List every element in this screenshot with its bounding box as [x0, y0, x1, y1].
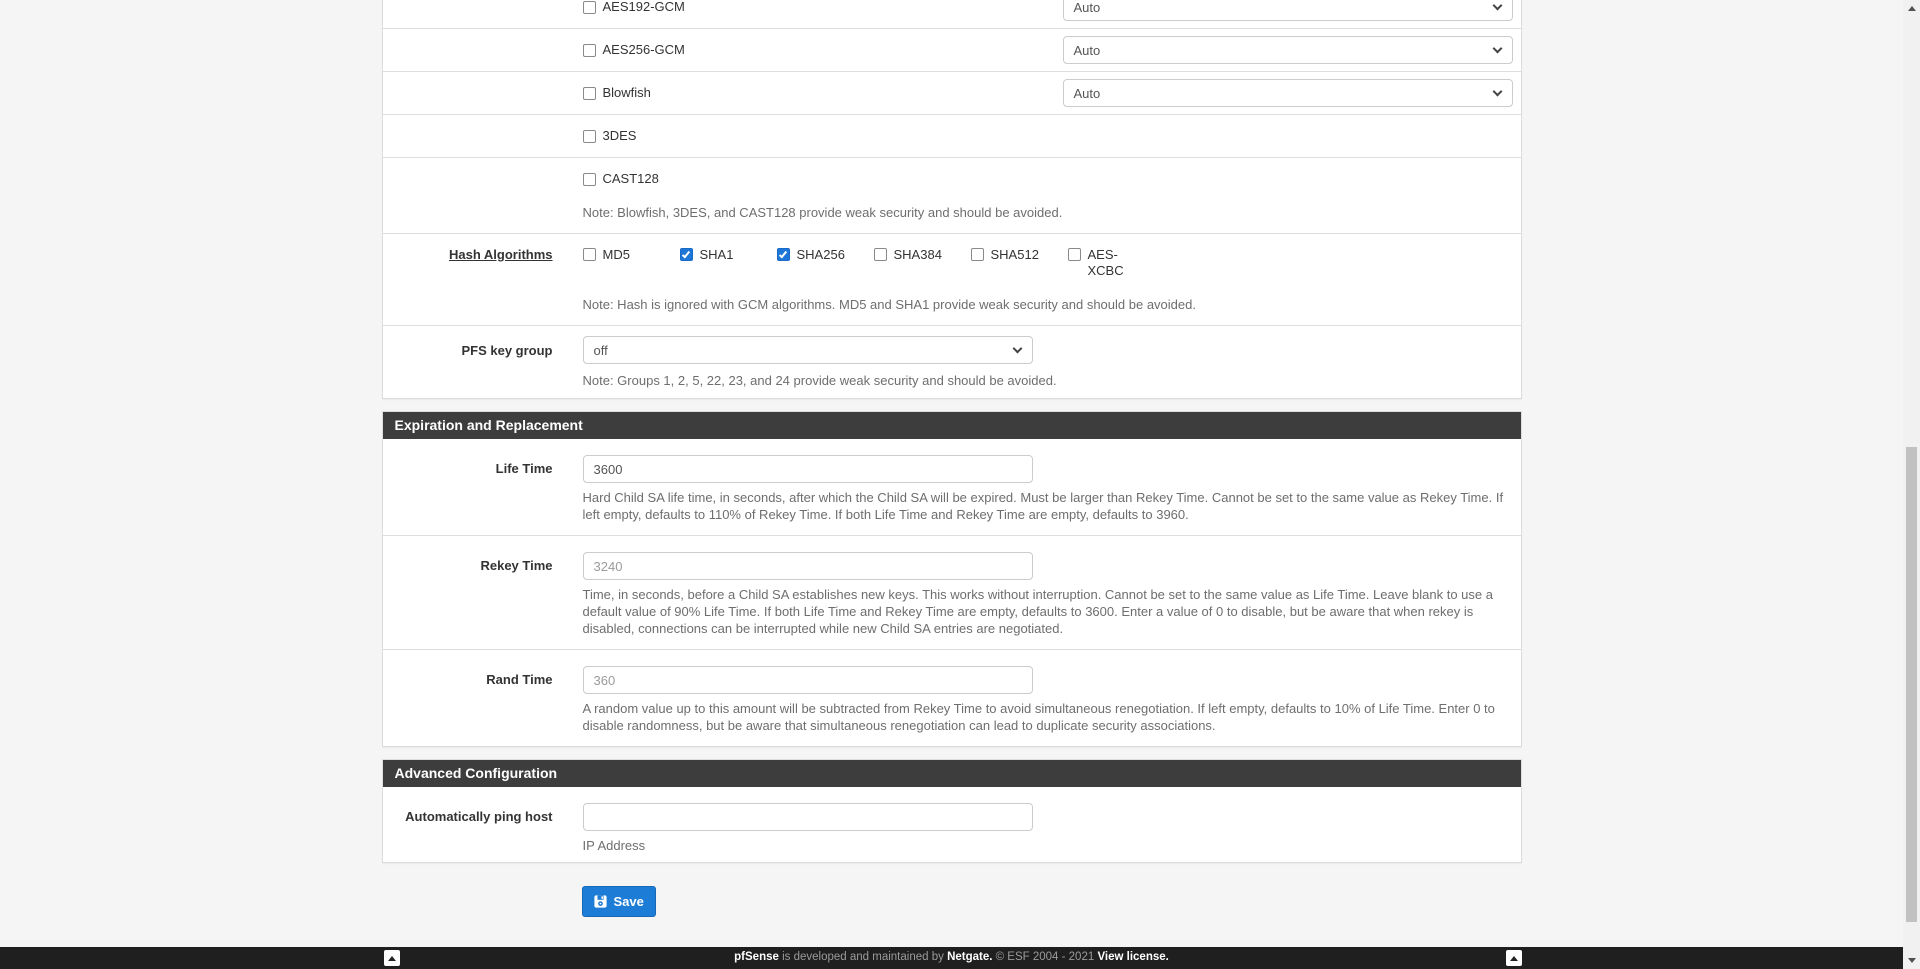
pfsense-config-page: AES192-GCM Auto AES256-GCM Auto Blowfish… — [0, 0, 1920, 969]
cast128-checkbox[interactable] — [582, 173, 596, 186]
hash-option-sha512: SHA512 — [970, 247, 1068, 263]
sha384-checkbox[interactable] — [873, 248, 887, 261]
pfs-label: PFS key group — [461, 343, 553, 358]
encryption-row-aes192gcm: AES192-GCM Auto — [382, 0, 1521, 29]
life-time-label: Life Time — [495, 461, 553, 476]
select-value: off — [593, 342, 608, 358]
select-value: Auto — [1073, 42, 1101, 58]
pfs-key-group-select[interactable]: off — [582, 336, 1033, 364]
ping-host-label: Automatically ping host — [405, 809, 553, 824]
caret-down-icon — [1907, 958, 1916, 963]
pfs-note: Note: Groups 1, 2, 5, 22, 23, and 24 pro… — [582, 373, 1057, 388]
blowfish-checkbox[interactable] — [582, 87, 596, 100]
chevron-down-icon — [1492, 86, 1502, 97]
3des-checkbox[interactable] — [582, 130, 596, 143]
footer-bar: pfSense is developed and maintained by N… — [0, 947, 1903, 969]
encryption-row-aes256gcm: AES256-GCM Auto — [382, 29, 1521, 72]
algorithm-label: Blowfish — [602, 85, 651, 100]
panel-algorithms: AES192-GCM Auto AES256-GCM Auto Blowfish… — [381, 0, 1522, 399]
life-time-help: Hard Child SA life time, in seconds, aft… — [582, 490, 1504, 522]
encryption-row-blowfish: Blowfish Auto — [382, 72, 1521, 115]
panel-advanced: Advanced Configuration Automatically pin… — [381, 759, 1522, 863]
select-value: Auto — [1073, 0, 1101, 15]
caret-up-icon — [1907, 6, 1916, 11]
netgate-link[interactable]: Netgate. — [947, 951, 992, 963]
algorithm-label: 3DES — [602, 128, 637, 143]
save-button[interactable]: Save — [581, 886, 656, 917]
main-viewport: AES192-GCM Auto AES256-GCM Auto Blowfish… — [0, 0, 1903, 969]
chevron-down-icon — [1492, 43, 1502, 54]
aes256gcm-checkbox[interactable] — [582, 44, 596, 57]
chevron-down-icon — [1012, 343, 1022, 354]
encryption-row-3des: 3DES — [382, 115, 1521, 158]
rand-time-label: Rand Time — [486, 672, 553, 687]
life-time-input[interactable] — [582, 455, 1033, 483]
hash-algorithms-label: Hash Algorithms — [448, 247, 553, 262]
hash-options: MD5 SHA1 SHA256 SHA384 SHA512 AES-XCBC — [582, 247, 1521, 279]
rand-time-row: Rand Time A random value up to this amou… — [383, 650, 1521, 746]
sha512-checkbox[interactable] — [970, 248, 984, 261]
rekey-time-row: Rekey Time Time, in seconds, before a Ch… — [382, 536, 1521, 650]
weak-encryption-note: Note: Blowfish, 3DES, and CAST128 provid… — [582, 205, 1063, 220]
blowfish-keylen-select[interactable]: Auto — [1062, 79, 1513, 107]
ping-host-input[interactable] — [582, 803, 1033, 831]
check-icon — [681, 249, 691, 258]
hash-option-sha256: SHA256 — [776, 247, 874, 263]
ping-host-help: IP Address — [582, 838, 646, 853]
scrollbar-up-arrow[interactable] — [1903, 0, 1920, 17]
algorithm-label: AES256-GCM — [602, 42, 685, 57]
hash-option-sha384: SHA384 — [873, 247, 971, 263]
scrollbar-down-arrow[interactable] — [1903, 952, 1920, 969]
vertical-scrollbar[interactable] — [1903, 0, 1920, 969]
advanced-panel-header: Advanced Configuration — [382, 760, 1521, 787]
aesxcbc-checkbox[interactable] — [1067, 248, 1081, 261]
form-actions: Save — [581, 886, 1522, 917]
caret-up-icon — [1509, 955, 1518, 961]
algorithm-label: CAST128 — [602, 171, 659, 186]
hash-option-md5: MD5 — [582, 247, 680, 263]
hash-note: Note: Hash is ignored with GCM algorithm… — [582, 297, 1196, 312]
md5-checkbox[interactable] — [582, 248, 596, 261]
pfs-key-group-row: PFS key group off Note: Groups 1, 2, 5, … — [383, 326, 1521, 398]
select-value: Auto — [1073, 85, 1101, 101]
sha256-checkbox[interactable] — [776, 248, 790, 261]
scrollbar-thumb[interactable] — [1906, 447, 1917, 922]
sha1-checkbox[interactable] — [679, 248, 693, 261]
pfsense-link[interactable]: pfSense — [734, 951, 779, 963]
life-time-row: Life Time Hard Child SA life time, in se… — [382, 439, 1521, 536]
expiration-panel-header: Expiration and Replacement — [382, 412, 1521, 439]
footer-text: pfSense is developed and maintained by N… — [734, 951, 1169, 963]
panel-expiration: Expiration and Replacement Life Time Har… — [381, 411, 1522, 747]
chevron-down-icon — [1492, 0, 1502, 11]
hash-algorithms-row: Hash Algorithms MD5 SHA1 SHA256 SHA384 S… — [382, 234, 1521, 326]
content-container: AES192-GCM Auto AES256-GCM Auto Blowfish… — [381, 0, 1522, 917]
view-license-link[interactable]: View license. — [1097, 951, 1168, 963]
rekey-time-help: Time, in seconds, before a Child SA esta… — [582, 587, 1493, 636]
check-icon — [778, 249, 788, 258]
ping-host-row: Automatically ping host IP Address — [383, 787, 1521, 862]
algorithm-label: AES192-GCM — [602, 0, 685, 14]
aes192gcm-keylen-select[interactable]: Auto — [1062, 0, 1513, 21]
aes256gcm-keylen-select[interactable]: Auto — [1062, 36, 1513, 64]
scroll-to-top-button-right[interactable] — [1505, 950, 1522, 966]
hash-option-sha1: SHA1 — [679, 247, 777, 263]
floppy-save-icon — [593, 895, 607, 908]
rekey-time-input[interactable] — [582, 552, 1033, 580]
aes192gcm-checkbox[interactable] — [582, 1, 596, 14]
rekey-time-label: Rekey Time — [480, 558, 553, 573]
encryption-row-cast128: CAST128 Note: Blowfish, 3DES, and CAST12… — [382, 158, 1521, 234]
hash-option-aesxcbc: AES-XCBC — [1067, 247, 1124, 279]
rand-time-help: A random value up to this amount will be… — [582, 701, 1495, 733]
rand-time-input[interactable] — [582, 666, 1033, 694]
